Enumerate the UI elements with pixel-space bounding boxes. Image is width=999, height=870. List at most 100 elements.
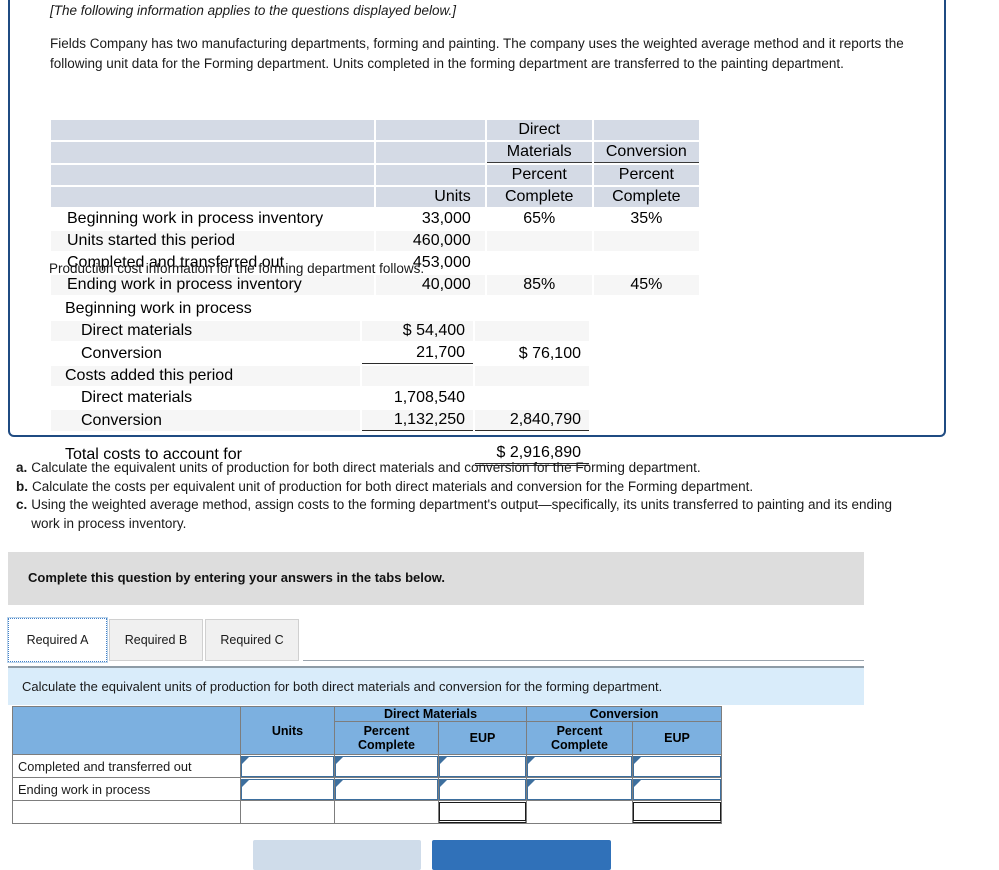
production-cost-table: Beginning work in process Direct materia… — [49, 297, 591, 468]
conv-percent-input[interactable] — [527, 778, 632, 800]
complete-question-text: Complete this question by entering your … — [28, 570, 446, 585]
table-row: Direct materials $ 54,400 — [51, 321, 589, 341]
cost-row-col1 — [361, 366, 474, 386]
dm-eup-input[interactable] — [439, 778, 526, 800]
units-total-blank — [241, 801, 334, 823]
cost-row-col2 — [475, 388, 589, 408]
requirement-letter: c. — [16, 497, 28, 513]
answer-cell-conv-eup-total[interactable] — [632, 800, 722, 824]
dm-percent-input[interactable] — [335, 755, 438, 777]
conv-percent-total-blank — [527, 801, 632, 823]
dm-eup-total[interactable] — [439, 801, 526, 823]
units-input[interactable] — [241, 755, 334, 777]
conv-eup-input[interactable] — [633, 778, 721, 800]
units-header-conv-percent: Percent — [593, 165, 699, 185]
conv-percent-input[interactable] — [527, 755, 632, 777]
percent-line-2: Complete — [358, 738, 415, 752]
units-row-label: Beginning work in process inventory — [67, 210, 324, 227]
active-requirement-text: Calculate the equivalent units of produc… — [22, 679, 663, 694]
conv-eup-total[interactable] — [633, 801, 721, 823]
units-row-dm-pct — [486, 231, 592, 251]
active-requirement-banner: Calculate the equivalent units of produc… — [8, 666, 864, 705]
units-row-dm-pct: 85% — [486, 275, 592, 295]
answer-cell-conv-eup[interactable] — [632, 777, 722, 801]
table-row — [12, 800, 722, 824]
cost-row-col2: 2,840,790 — [475, 410, 589, 431]
table-row: Beginning work in process inventory 33,0… — [51, 209, 699, 229]
answer-cell-units-total — [240, 800, 335, 824]
units-row-units: 460,000 — [375, 231, 485, 251]
spacer-row — [51, 433, 589, 441]
cost-row-col1: $ 54,400 — [361, 321, 474, 341]
requirements-list: a. Calculate the equivalent units of pro… — [16, 459, 916, 533]
percent-line-1: Percent — [556, 724, 603, 738]
table-row: Beginning work in process — [51, 299, 589, 319]
answer-header-corner — [12, 706, 241, 755]
spacer-cell — [51, 433, 360, 441]
table-row: Conversion 1,132,250 2,840,790 — [51, 410, 589, 431]
units-header-blank — [593, 120, 699, 140]
next-required-button[interactable] — [432, 840, 611, 870]
answer-cell-conv-percent[interactable] — [526, 777, 633, 801]
table-row: Costs added this period — [51, 366, 589, 386]
requirement-item-a: a. Calculate the equivalent units of pro… — [16, 459, 916, 478]
units-row-dm-pct — [487, 253, 592, 273]
requirement-text: Calculate the equivalent units of produc… — [31, 460, 701, 475]
answer-cell-units[interactable] — [240, 777, 335, 801]
tab-label: Required B — [124, 633, 188, 647]
production-cost-note: Production cost information for the form… — [49, 261, 425, 276]
cost-row-label: Costs added this period — [51, 366, 360, 386]
answer-cell-units[interactable] — [240, 754, 335, 778]
required-tabs: Required A Required B Required C — [7, 617, 301, 663]
answer-cell-dm-percent[interactable] — [334, 754, 439, 778]
answer-entry-table: Units Direct Materials Conversion Percen… — [12, 706, 722, 824]
units-row-conv-pct — [594, 253, 699, 273]
units-header-blank — [375, 120, 485, 140]
cost-row-col1: 1,708,540 — [393, 389, 466, 406]
cost-row-col2 — [475, 366, 589, 386]
units-row-conv-pct: 35% — [630, 210, 663, 227]
answer-cell-dm-eup-total[interactable] — [438, 800, 527, 824]
tab-required-c[interactable]: Required C — [205, 619, 299, 661]
answer-header-dm-eup: EUP — [438, 721, 527, 755]
units-header-dm-line2: Materials — [486, 142, 592, 163]
units-row-units: 40,000 — [375, 275, 485, 295]
tab-label: Required C — [220, 633, 284, 647]
cost-row-col1: 1,132,250 — [361, 410, 474, 431]
answer-header-units: Units — [240, 706, 335, 755]
cost-row-col1: 21,700 — [361, 343, 474, 364]
table-row: Conversion 21,700 $ 76,100 — [51, 343, 589, 364]
previous-required-button[interactable] — [253, 840, 421, 870]
units-input[interactable] — [241, 778, 334, 800]
units-header-blank — [375, 142, 485, 163]
percent-line-2: Complete — [551, 738, 608, 752]
units-row-label: Units started this period — [51, 231, 374, 251]
requirement-letter: b. — [16, 478, 28, 494]
answer-cell-conv-eup[interactable] — [632, 754, 722, 778]
answer-cell-conv-percent-total — [526, 800, 633, 824]
answer-row-label: Ending work in process — [12, 777, 241, 801]
table-row: Units started this period 460,000 — [51, 231, 699, 251]
dm-percent-total-blank — [335, 801, 438, 823]
tab-required-a[interactable]: Required A — [7, 617, 108, 663]
dm-percent-input[interactable] — [335, 778, 438, 800]
units-header-row-3: Percent Percent — [51, 165, 699, 185]
answer-header-dm-percent-complete: Percent Complete — [334, 721, 439, 755]
units-row-dm-pct: 65% — [523, 210, 556, 227]
dm-eup-input[interactable] — [439, 755, 526, 777]
answer-cell-dm-eup[interactable] — [438, 754, 527, 778]
tab-required-b[interactable]: Required B — [109, 619, 203, 661]
spacer-cell — [475, 433, 589, 441]
cost-row-label: Direct materials — [81, 389, 193, 406]
answer-cell-dm-percent[interactable] — [334, 777, 439, 801]
units-header-dm-complete: Complete — [486, 187, 592, 207]
answer-header-conv-percent-complete: Percent Complete — [526, 721, 633, 755]
answer-cell-dm-eup[interactable] — [438, 777, 527, 801]
conv-eup-input[interactable] — [633, 755, 721, 777]
answer-cell-conv-percent[interactable] — [526, 754, 633, 778]
cost-row-label: Conversion — [81, 344, 162, 362]
cost-row-col2 — [475, 299, 589, 319]
cost-row-col2 — [475, 321, 589, 341]
units-header-dm-percent: Percent — [486, 165, 592, 185]
info-panel-content: [The following information applies to th… — [10, 0, 944, 73]
